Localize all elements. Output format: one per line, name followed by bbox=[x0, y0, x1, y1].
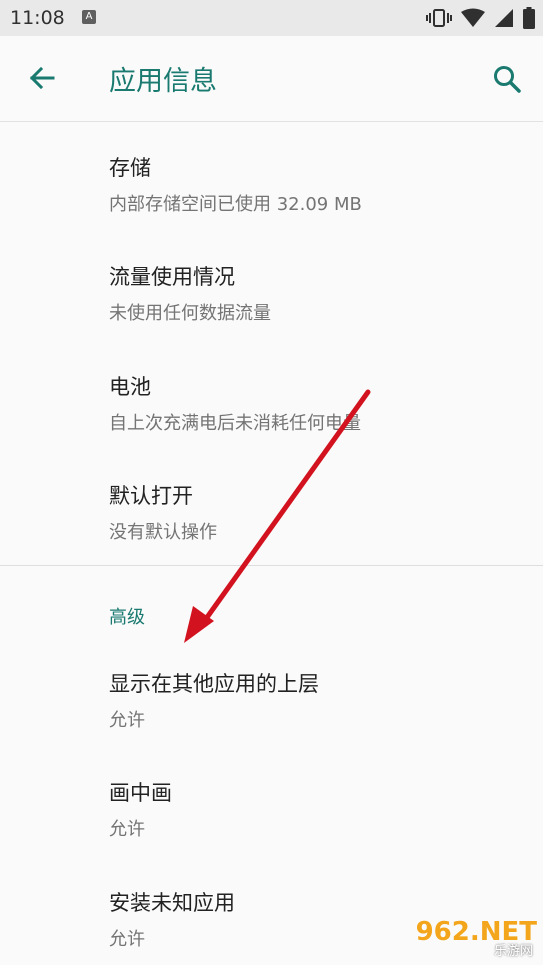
item-subtitle: 自上次充满电后未消耗任何电量 bbox=[109, 413, 361, 434]
open-by-default-item[interactable]: 默认打开 没有默认操作 bbox=[109, 480, 529, 544]
data-usage-item[interactable]: 流量使用情况 未使用任何数据流量 bbox=[109, 261, 529, 325]
signal-icon bbox=[495, 9, 513, 27]
app-bar: 应用信息 bbox=[0, 36, 543, 122]
section-divider bbox=[0, 565, 543, 566]
item-subtitle: 允许 bbox=[109, 819, 145, 840]
item-subtitle: 内部存储空间已使用 32.09 MB bbox=[109, 194, 362, 215]
wifi-icon bbox=[461, 8, 485, 27]
item-title: 流量使用情况 bbox=[109, 265, 235, 289]
item-title: 存储 bbox=[109, 156, 151, 180]
notification-icon: A bbox=[82, 10, 96, 24]
item-title: 画中画 bbox=[109, 781, 172, 805]
item-title: 默认打开 bbox=[109, 484, 193, 508]
display-over-other-apps-item[interactable]: 显示在其他应用的上层 允许 bbox=[109, 668, 529, 732]
battery-item[interactable]: 电池 自上次充满电后未消耗任何电量 bbox=[109, 371, 529, 435]
page-title: 应用信息 bbox=[109, 66, 217, 97]
status-time: 11:08 bbox=[10, 7, 65, 29]
watermark: 962.NET 乐游网 bbox=[405, 917, 537, 959]
storage-item[interactable]: 存储 内部存储空间已使用 32.09 MB bbox=[109, 152, 529, 216]
vibrate-icon bbox=[426, 9, 452, 27]
battery-icon bbox=[523, 7, 535, 29]
section-header-advanced: 高级 bbox=[109, 607, 145, 628]
item-title: 电池 bbox=[109, 375, 151, 399]
item-subtitle: 没有默认操作 bbox=[109, 522, 217, 543]
search-icon[interactable] bbox=[491, 63, 523, 95]
item-title: 安装未知应用 bbox=[109, 891, 235, 915]
item-subtitle: 允许 bbox=[109, 710, 145, 731]
item-title: 显示在其他应用的上层 bbox=[109, 672, 319, 696]
watermark-text: 乐游网 bbox=[493, 944, 533, 959]
back-arrow-icon[interactable] bbox=[26, 62, 58, 94]
status-bar: 11:08 A bbox=[0, 0, 543, 36]
picture-in-picture-item[interactable]: 画中画 允许 bbox=[109, 777, 529, 841]
item-subtitle: 未使用任何数据流量 bbox=[109, 303, 271, 324]
status-icons bbox=[426, 7, 535, 29]
